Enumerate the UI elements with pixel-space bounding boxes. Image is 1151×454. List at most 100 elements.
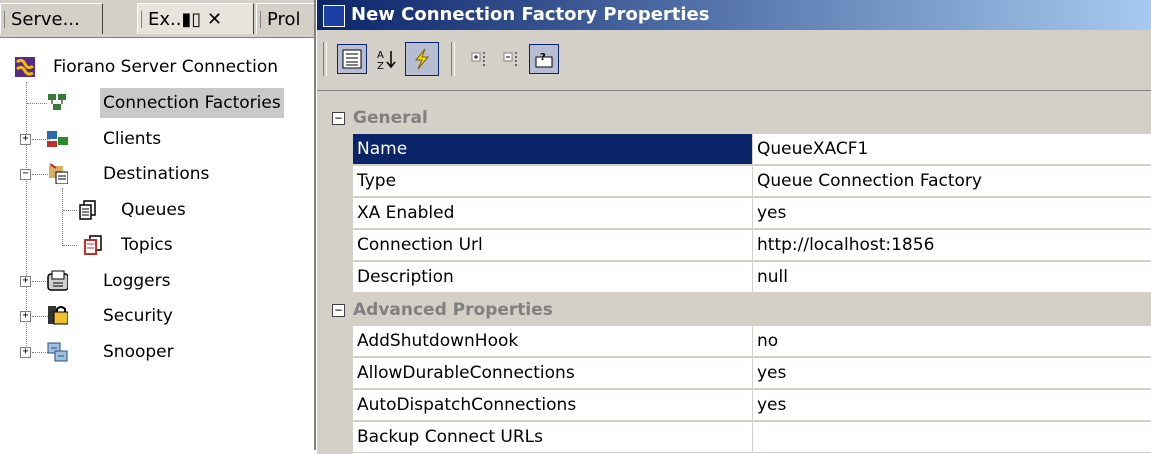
property-name: Backup Connect URLs (353, 422, 753, 453)
lightning-icon (414, 48, 430, 70)
panel-titlebar: New Connection Factory Properties (317, 0, 1151, 30)
property-row-connection-url[interactable]: Connection Url http://localhost:1856 (317, 230, 1151, 262)
property-name: Description (353, 262, 753, 293)
tab-servers-label: Serve... (11, 9, 80, 30)
tree-item-label: Loggers (103, 271, 171, 291)
properties-panel: New Connection Factory Properties AZ ? −… (317, 0, 1151, 454)
tree-item-label: Connection Factories (100, 88, 284, 118)
loggers-icon (47, 270, 68, 291)
clients-icon (47, 131, 68, 147)
property-value[interactable]: yes (753, 390, 1151, 421)
property-name: Type (353, 166, 753, 197)
row-gutter (317, 262, 353, 294)
expand-loggers-toggle[interactable]: + (20, 276, 31, 287)
row-gutter (317, 134, 353, 166)
svg-text:?: ? (540, 52, 546, 63)
property-row-allow-durable-connections[interactable]: AllowDurableConnections yes (317, 358, 1151, 390)
security-icon (48, 306, 68, 325)
expand-all-icon (471, 52, 485, 66)
svg-text:Z: Z (377, 61, 384, 70)
queues-icon (79, 200, 96, 220)
category-label: Advanced Properties (353, 300, 553, 320)
tab-servers[interactable]: Serve... (0, 3, 103, 34)
expand-all-button[interactable] (465, 44, 495, 74)
tree-connector-sub (62, 188, 64, 246)
property-row-auto-dispatch-connections[interactable]: AutoDispatchConnections yes (317, 390, 1151, 422)
property-name: Name (353, 134, 753, 165)
property-value[interactable]: QueueXACF1 (753, 134, 1151, 165)
fiorano-server-icon (15, 57, 35, 77)
topics-icon (84, 235, 102, 255)
categorized-view-button[interactable] (337, 44, 367, 74)
properties-toolbar: AZ ? (317, 30, 1151, 91)
tab-strip: Serve... Ex..▮▯ ✕ Prol (0, 0, 314, 38)
property-value[interactable]: null (753, 262, 1151, 293)
row-gutter (317, 230, 353, 262)
svg-text:A: A (377, 50, 384, 61)
property-value[interactable]: yes (753, 198, 1151, 229)
lightning-button[interactable] (405, 42, 439, 76)
property-name: AutoDispatchConnections (353, 390, 753, 421)
tree-root-label: Fiorano Server Connection (53, 57, 278, 77)
tree-connector (27, 103, 47, 105)
property-name: AllowDurableConnections (353, 358, 753, 389)
property-row-name[interactable]: Name QueueXACF1 (317, 134, 1151, 166)
expand-clients-toggle[interactable]: + (20, 134, 31, 145)
panel-title: New Connection Factory Properties (351, 4, 710, 25)
row-gutter (317, 358, 353, 390)
row-gutter (317, 198, 353, 230)
category-advanced-properties[interactable]: − Advanced Properties (317, 294, 1151, 326)
property-value[interactable] (753, 422, 1151, 453)
tree-item-label: Queues (121, 200, 186, 220)
help-icon: ? (535, 52, 553, 68)
property-value[interactable]: http://localhost:1856 (753, 230, 1151, 261)
tree-item-label: Snooper (103, 342, 174, 362)
category-label: General (353, 108, 428, 128)
collapse-destinations-toggle[interactable]: − (20, 169, 31, 180)
property-row-xa-enabled[interactable]: XA Enabled yes (317, 198, 1151, 230)
tree-item-label: Clients (103, 129, 162, 149)
property-name: AddShutdownHook (353, 326, 753, 357)
tree-connector (63, 245, 77, 247)
property-name: XA Enabled (353, 198, 753, 229)
help-button[interactable]: ? (529, 44, 559, 74)
explorer-panel: Serve... Ex..▮▯ ✕ Prol Fiorano Server Co… (0, 0, 316, 450)
tab-properties[interactable]: Prol (256, 3, 314, 34)
property-row-description[interactable]: Description null (317, 262, 1151, 294)
expand-snooper-toggle[interactable]: + (20, 347, 31, 358)
tree-item-label: Security (103, 306, 173, 326)
property-row-type[interactable]: Type Queue Connection Factory (317, 166, 1151, 198)
fiorano-app-icon (323, 5, 345, 27)
tree-connector (63, 210, 77, 212)
tree-item-label: Topics (121, 235, 173, 255)
row-gutter (317, 166, 353, 198)
toolbar-separator (323, 42, 327, 76)
collapse-all-icon (503, 52, 517, 66)
row-gutter (317, 390, 353, 422)
server-tree: Fiorano Server Connection Connection Fac… (0, 38, 314, 450)
tree-item-label: Destinations (103, 164, 210, 184)
property-row-backup-connect-urls[interactable]: Backup Connect URLs (317, 422, 1151, 454)
collapse-all-button[interactable] (497, 44, 527, 74)
snooper-icon (47, 342, 68, 362)
property-value[interactable]: yes (753, 358, 1151, 389)
categorized-view-icon (342, 49, 362, 69)
connection-factories-icon (48, 94, 66, 110)
tab-properties-label: Prol (267, 9, 301, 30)
property-value[interactable]: no (753, 326, 1151, 357)
tab-explorer-label: Ex..▮▯ ✕ (148, 9, 223, 30)
toolbar-separator (451, 42, 455, 76)
tab-explorer[interactable]: Ex..▮▯ ✕ (137, 3, 254, 34)
row-gutter (317, 422, 353, 454)
collapse-advanced-toggle[interactable]: − (332, 304, 345, 317)
property-name: Connection Url (353, 230, 753, 261)
destinations-icon (49, 163, 68, 184)
collapse-general-toggle[interactable]: − (332, 112, 345, 125)
property-value[interactable]: Queue Connection Factory (753, 166, 1151, 197)
alphabetical-sort-icon: AZ (377, 50, 396, 70)
alphabetical-sort-button[interactable]: AZ (371, 44, 401, 74)
property-row-add-shutdown-hook[interactable]: AddShutdownHook no (317, 326, 1151, 358)
expand-security-toggle[interactable]: + (20, 311, 31, 322)
row-gutter (317, 326, 353, 358)
category-general[interactable]: − General (317, 102, 1151, 134)
